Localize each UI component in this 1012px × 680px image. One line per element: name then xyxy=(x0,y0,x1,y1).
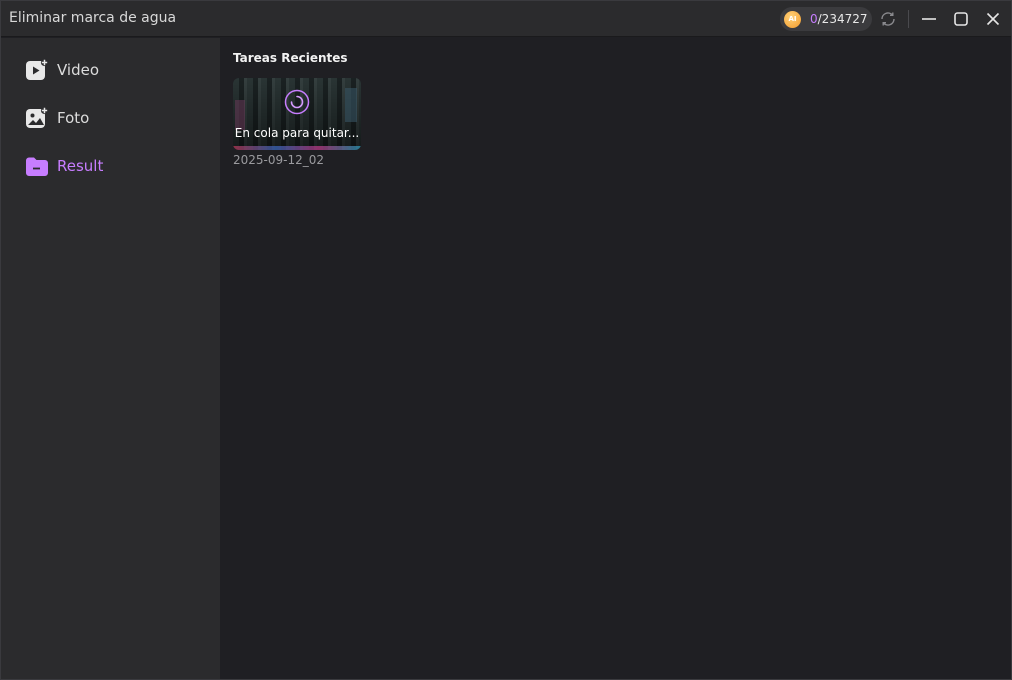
credits-total: /234727 xyxy=(817,12,868,26)
sidebar-item-label: Video xyxy=(57,61,100,79)
sidebar-item-video[interactable]: Video xyxy=(1,50,220,90)
close-button[interactable] xyxy=(980,7,1006,31)
section-title: Tareas Recientes xyxy=(233,51,348,65)
close-icon xyxy=(986,12,1000,26)
toolbar-divider xyxy=(908,10,909,28)
credits-badge[interactable]: AI 0/234727 xyxy=(780,7,872,31)
app-window: Eliminar marca de agua AI 0/234727 Video… xyxy=(0,0,1012,680)
credits-used: 0 xyxy=(810,12,818,26)
photo-icon xyxy=(26,106,49,128)
sidebar: Video Foto Result xyxy=(1,38,220,679)
title-bar[interactable]: Eliminar marca de agua AI 0/234727 xyxy=(1,1,1011,37)
thumbnail-decoration xyxy=(345,88,357,122)
sidebar-item-label: Result xyxy=(57,157,104,175)
minimize-button[interactable] xyxy=(916,7,942,31)
thumbnail-decoration xyxy=(233,146,361,150)
credits-counter: 0/234727 xyxy=(810,12,868,26)
task-date: 2025-09-12_02 xyxy=(233,153,325,167)
sidebar-item-result[interactable]: Result xyxy=(1,146,220,186)
task-thumbnail[interactable]: En cola para quitar... xyxy=(233,78,361,150)
maximize-button[interactable] xyxy=(948,7,974,31)
maximize-icon xyxy=(954,12,968,26)
minimize-icon xyxy=(922,18,936,20)
window-title: Eliminar marca de agua xyxy=(9,10,177,26)
refresh-icon xyxy=(881,12,895,26)
folder-icon xyxy=(26,157,48,176)
main-content: Tareas Recientes En cola para quitar... … xyxy=(220,38,1011,679)
video-icon xyxy=(26,58,49,80)
loading-spinner-icon xyxy=(284,89,310,115)
refresh-button[interactable] xyxy=(875,7,901,31)
sidebar-item-label: Foto xyxy=(57,109,90,127)
task-status: En cola para quitar... xyxy=(234,126,360,140)
sidebar-item-photo[interactable]: Foto xyxy=(1,98,220,138)
ai-coin-icon: AI xyxy=(784,10,801,28)
